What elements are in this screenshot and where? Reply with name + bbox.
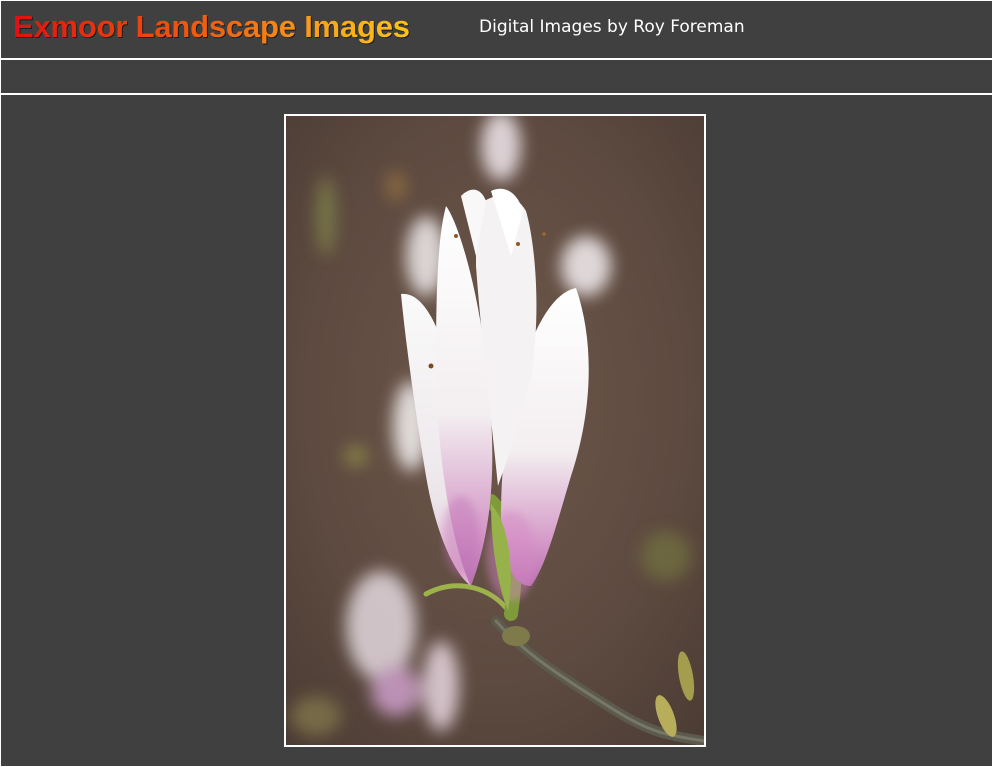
- magnolia-photo-image: [286, 116, 704, 745]
- site-header: Exmoor Landscape Images Digital Images b…: [1, 1, 992, 60]
- featured-photo[interactable]: [284, 114, 706, 747]
- site-title[interactable]: Exmoor Landscape Images: [13, 9, 410, 45]
- site-subtitle: Digital Images by Roy Foreman: [479, 17, 745, 37]
- nav-bar: [1, 60, 992, 95]
